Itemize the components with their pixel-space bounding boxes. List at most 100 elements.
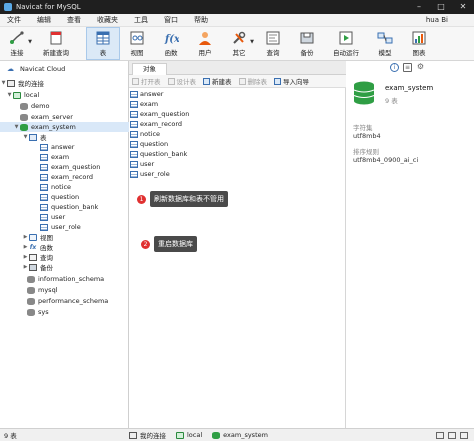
connection-tree: ☁ Navicat Cloud ▼ 我的连接 ▼ local demo exam… bbox=[0, 61, 129, 428]
menu-window[interactable]: 窗口 bbox=[157, 15, 187, 25]
tree-item-views-folder[interactable]: ▶ 视图 bbox=[0, 232, 129, 242]
query-button[interactable]: 查询 bbox=[256, 27, 290, 60]
list-item[interactable]: question bbox=[129, 139, 346, 149]
tree-item-db-sys[interactable]: sys bbox=[0, 307, 129, 317]
tab-objects[interactable]: 对象 bbox=[132, 63, 167, 75]
tree-item-connection-local[interactable]: ▼ local bbox=[0, 90, 129, 100]
design-table-button[interactable]: 设计表 bbox=[165, 76, 201, 86]
maximize-icon[interactable]: □ bbox=[430, 0, 452, 14]
delete-table-icon bbox=[238, 77, 246, 85]
tree-item-db-information-schema[interactable]: information_schema bbox=[0, 274, 129, 284]
chevron-right-icon[interactable]: ▶ bbox=[22, 254, 29, 260]
details-panel: i ≡ ⚙ exam_system 9 表 字符集 utf8mb4 排序规则 u… bbox=[346, 61, 474, 428]
table-icon bbox=[130, 140, 138, 148]
status-bar: 9 表 我的连接 local exam_system bbox=[0, 428, 474, 441]
tree-item-functions-folder[interactable]: ▶ fx 函数 bbox=[0, 242, 129, 253]
tree-item-table[interactable]: exam_question bbox=[0, 162, 129, 172]
tree-item-table[interactable]: question bbox=[0, 192, 129, 202]
chevron-right-icon[interactable]: ▶ bbox=[22, 264, 29, 270]
list-item[interactable]: user bbox=[129, 159, 346, 169]
database-icon bbox=[27, 286, 35, 294]
chevron-down-icon[interactable]: ▼ bbox=[13, 124, 20, 130]
table-icon bbox=[40, 163, 48, 171]
user-account[interactable]: hua Bi bbox=[426, 16, 474, 24]
other-button[interactable]: 其它 ▼ bbox=[222, 27, 256, 60]
objects-panel: 对象 打开表 设计表 新建表 删除表 导入向导 answer exam exam… bbox=[129, 61, 346, 428]
tree-item-db-exam-system[interactable]: ▼ exam_system bbox=[0, 122, 129, 132]
function-button[interactable]: f(x) 函数 bbox=[154, 27, 188, 60]
detail-view-icon[interactable] bbox=[448, 431, 456, 439]
list-view-icon[interactable] bbox=[436, 431, 444, 439]
svg-text:f(x): f(x) bbox=[164, 34, 179, 45]
chevron-down-icon[interactable]: ▼ bbox=[0, 80, 7, 86]
backup-folder-icon bbox=[29, 263, 37, 271]
menu-file[interactable]: 文件 bbox=[0, 15, 30, 25]
open-table-button[interactable]: 打开表 bbox=[129, 76, 165, 86]
tree-item-db-performance-schema[interactable]: performance_schema bbox=[0, 296, 129, 306]
new-query-button[interactable]: 新建查询 bbox=[34, 27, 78, 60]
main-toolbar: 连接 ▼ 新建查询 表 视图 f(x) 函数 用户 其它 bbox=[0, 27, 474, 61]
model-button[interactable]: 模型 bbox=[368, 27, 402, 60]
database-name: exam_system bbox=[385, 84, 434, 92]
tools-icon bbox=[231, 31, 247, 45]
charset-value: utf8mb4 bbox=[353, 132, 381, 140]
gear-icon[interactable]: ⚙ bbox=[416, 63, 425, 72]
table-icon bbox=[130, 90, 138, 98]
list-item[interactable]: user_role bbox=[129, 169, 346, 179]
tree-item-tables-folder[interactable]: ▼ 表 bbox=[0, 132, 129, 142]
tree-item-table[interactable]: user_role bbox=[0, 222, 129, 232]
tree-item-backups-folder[interactable]: ▶ 备份 bbox=[0, 262, 129, 272]
tree-item-table[interactable]: question_bank bbox=[0, 202, 129, 212]
autorun-button[interactable]: 自动运行 bbox=[324, 27, 368, 60]
backup-button[interactable]: 备份 bbox=[290, 27, 324, 60]
chevron-down-icon[interactable]: ▼ bbox=[6, 92, 13, 98]
table-icon bbox=[130, 170, 138, 178]
tree-item-my-connections[interactable]: ▼ 我的连接 bbox=[0, 78, 129, 88]
chevron-down-icon[interactable]: ▼ bbox=[22, 134, 29, 140]
tree-item-db-demo[interactable]: demo bbox=[0, 101, 129, 111]
chevron-right-icon[interactable]: ▶ bbox=[22, 244, 29, 250]
tree-item-queries-folder[interactable]: ▶ 查询 bbox=[0, 252, 129, 262]
user-button[interactable]: 用户 bbox=[188, 27, 222, 60]
tree-item-db-exam-server[interactable]: exam_server bbox=[0, 112, 129, 122]
table-icon bbox=[130, 160, 138, 168]
new-table-button[interactable]: 新建表 bbox=[200, 76, 236, 86]
table-button[interactable]: 表 bbox=[86, 27, 120, 60]
menu-tools[interactable]: 工具 bbox=[127, 15, 157, 25]
chart-button[interactable]: 图表 bbox=[402, 27, 436, 60]
delete-table-button[interactable]: 删除表 bbox=[236, 76, 272, 86]
menu-favorites[interactable]: 收藏夹 bbox=[90, 15, 127, 25]
list-item[interactable]: answer bbox=[129, 89, 346, 99]
list-item[interactable]: notice bbox=[129, 129, 346, 139]
chevron-right-icon[interactable]: ▶ bbox=[22, 234, 29, 240]
menu-help[interactable]: 帮助 bbox=[187, 15, 217, 25]
status-table-count: 9 表 bbox=[4, 432, 17, 440]
info-icon[interactable]: i bbox=[390, 63, 399, 72]
tree-item-table[interactable]: user bbox=[0, 212, 129, 222]
list-item[interactable]: exam_question bbox=[129, 109, 346, 119]
tree-item-navicat-cloud[interactable]: ☁ Navicat Cloud bbox=[0, 64, 129, 74]
connection-button[interactable]: 连接 ▼ bbox=[0, 27, 34, 60]
view-button[interactable]: 视图 bbox=[120, 27, 154, 60]
close-icon[interactable]: ✕ bbox=[452, 0, 474, 14]
import-wizard-button[interactable]: 导入向导 bbox=[271, 76, 313, 86]
grid-view-icon[interactable] bbox=[460, 431, 468, 439]
table-count: 9 表 bbox=[385, 97, 398, 105]
list-item[interactable]: exam bbox=[129, 99, 346, 109]
status-connection: local bbox=[176, 431, 202, 439]
table-icon bbox=[40, 213, 48, 221]
new-table-icon bbox=[203, 77, 210, 85]
list-item[interactable]: question_bank bbox=[129, 149, 346, 159]
tree-item-db-mysql[interactable]: mysql bbox=[0, 285, 129, 295]
tree-item-table[interactable]: exam bbox=[0, 152, 129, 162]
tree-item-table[interactable]: notice bbox=[0, 182, 129, 192]
tree-item-table[interactable]: exam_record bbox=[0, 172, 129, 182]
menu-edit[interactable]: 编辑 bbox=[30, 15, 60, 25]
table-icon bbox=[40, 183, 48, 191]
tree-item-table[interactable]: answer bbox=[0, 142, 129, 152]
list-item[interactable]: exam_record bbox=[129, 119, 346, 129]
minimize-icon[interactable]: – bbox=[408, 0, 430, 14]
menu-view[interactable]: 查看 bbox=[60, 15, 90, 25]
ddl-icon[interactable]: ≡ bbox=[403, 63, 412, 72]
database-large-icon bbox=[353, 81, 375, 105]
